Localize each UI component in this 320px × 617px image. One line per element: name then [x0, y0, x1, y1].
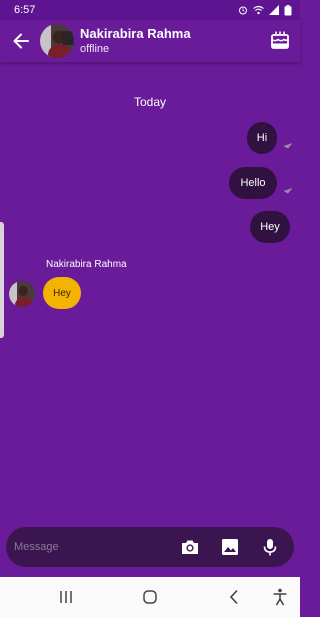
status-bar: 6:57	[0, 0, 300, 20]
status-time: 6:57	[14, 4, 36, 16]
sent-check-icon	[283, 143, 293, 149]
battery-icon	[284, 4, 292, 15]
outgoing-message[interactable]: Hey	[250, 211, 290, 243]
outgoing-message[interactable]: Hello	[229, 167, 277, 199]
incoming-message[interactable]: Hey	[43, 277, 81, 309]
message-composer	[6, 527, 294, 567]
contact-status: offline	[80, 43, 110, 55]
chat-header: Nakirabira Rahma offline	[0, 20, 300, 62]
wifi-icon	[253, 5, 264, 15]
camera-icon[interactable]	[180, 537, 200, 557]
edge-panel-handle[interactable]	[0, 222, 4, 338]
date-divider: Today	[133, 95, 167, 109]
sender-avatar[interactable]	[9, 281, 35, 307]
image-icon[interactable]	[220, 537, 240, 557]
message-input[interactable]	[14, 536, 164, 558]
sender-name: Nakirabira Rahma	[46, 259, 127, 270]
outgoing-message[interactable]: Hi	[247, 122, 277, 154]
contact-name[interactable]: Nakirabira Rahma	[80, 26, 191, 41]
signal-icon	[269, 5, 279, 15]
sent-check-icon	[283, 188, 293, 194]
alarm-icon	[239, 6, 247, 15]
recent-apps-icon[interactable]	[56, 587, 76, 607]
system-nav-bar	[0, 577, 300, 617]
arrow-back-icon[interactable]	[10, 30, 32, 52]
home-icon[interactable]	[140, 587, 160, 607]
contact-avatar[interactable]	[40, 24, 74, 58]
accessibility-icon[interactable]	[270, 587, 290, 607]
cake-icon[interactable]	[270, 30, 290, 50]
back-icon[interactable]	[224, 587, 244, 607]
mic-icon[interactable]	[260, 537, 280, 557]
